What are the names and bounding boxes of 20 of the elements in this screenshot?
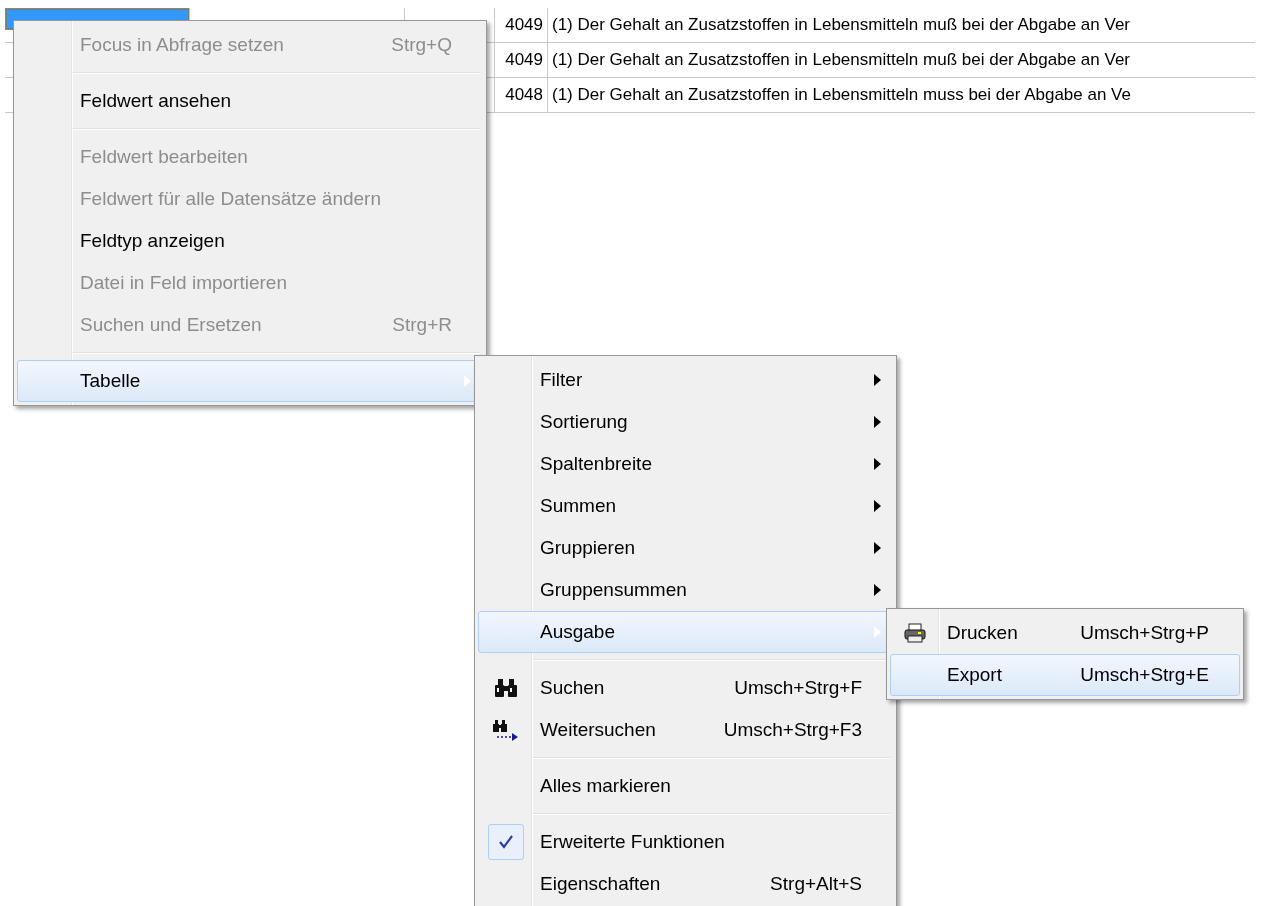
table-cell-text: (1) Der Gehalt an Zusatzstoffen in Lebensmitteln muß bei der Abgabe an Ver xyxy=(551,49,1132,71)
menu-item[interactable]: Alles markieren xyxy=(478,765,893,807)
menu-item[interactable]: Gruppensummen xyxy=(478,569,893,611)
table-cell: 4049 xyxy=(495,43,548,77)
menu-item[interactable]: Weitersuchen Umsch+Strg+F3 xyxy=(478,709,893,751)
table-cell-text: (1) Der Gehalt an Zusatzstoffen in Lebensmitteln muß bei der Abgabe an Ver xyxy=(551,14,1132,36)
menu-item[interactable]: Feldwert ansehen xyxy=(17,80,483,122)
table-cell: 4049 xyxy=(495,8,548,42)
menu-item[interactable]: Gruppieren xyxy=(478,527,893,569)
table-cell: 4048 xyxy=(495,78,548,112)
menu-item[interactable]: Eigenschaften Strg+Alt+S xyxy=(478,863,893,905)
menu-item[interactable]: Spaltenbreite xyxy=(478,443,893,485)
menu-item[interactable]: Sortierung xyxy=(478,401,893,443)
menu-item[interactable]: Drucken Umsch+Strg+P xyxy=(890,612,1240,654)
table-cell-text: (1) Der Gehalt an Zusatzstoffen in Lebensmitteln muss bei der Abgabe an Ve xyxy=(551,84,1132,106)
menu-item[interactable]: Export Umsch+Strg+E xyxy=(890,654,1240,696)
menu-item[interactable]: Suchen Umsch+Strg+F xyxy=(478,667,893,709)
menu-item[interactable]: Summen xyxy=(478,485,893,527)
menu-item[interactable]: Feldtyp anzeigen xyxy=(17,220,483,262)
menu-item[interactable]: Erweiterte Funktionen xyxy=(478,821,893,863)
